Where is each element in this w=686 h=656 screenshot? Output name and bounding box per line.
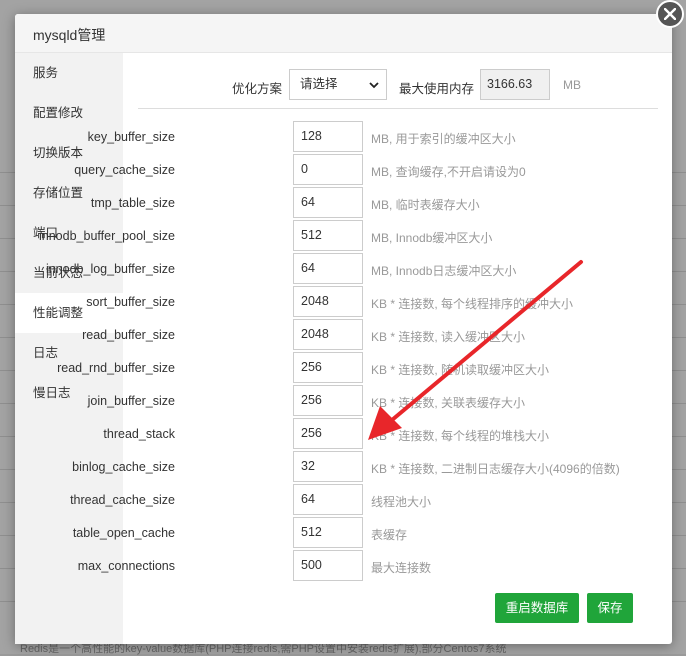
param-row-tmp-table-size: tmp_table_size 64 MB, 临时表缓存大小 [91,187,672,220]
param-input[interactable]: 256 [293,418,363,449]
param-name: thread_cache_size [70,493,175,507]
param-desc: MB, Innodb日志缓冲区大小 [371,264,517,278]
param-desc: KB * 连接数, 随机读取缓冲区大小 [371,363,550,377]
close-button[interactable] [656,0,684,28]
param-row-binlog-cache-size: binlog_cache_size 32 KB * 连接数, 二进制日志缓存大小… [72,451,672,484]
param-input[interactable]: 32 [293,451,363,482]
optimization-label: 优化方案 [232,82,283,96]
optimization-selected-value: 请选择 [300,77,338,91]
mysqld-dialog: mysqld管理 服务 配置修改 切换版本 存储位置 端口 当前状态 性能调整 … [15,14,672,644]
divider [138,108,658,109]
restart-database-button[interactable]: 重启数据库 [495,593,579,623]
param-desc: MB, Innodb缓冲区大小 [371,231,493,245]
optimization-row: 优化方案 请选择 最大使用内存 3166.63 MB [123,68,672,100]
max-memory-label: 最大使用内存 [399,82,475,96]
sidebar-item-label: 慢日志 [33,386,71,400]
param-input[interactable]: 128 [293,121,363,152]
param-row-innodb-buffer-pool-size: innodb_buffer_pool_size 512 MB, Innodb缓冲… [39,220,672,253]
param-input[interactable]: 2048 [293,319,363,350]
param-input[interactable]: 64 [293,484,363,515]
param-input[interactable]: 64 [293,187,363,218]
param-name: tmp_table_size [90,196,175,210]
param-input[interactable]: 0 [293,154,363,185]
param-desc: KB * 连接数, 每个线程的堆栈大小 [371,429,550,443]
param-desc: 最大连接数 [371,561,432,575]
param-name: join_buffer_size [87,394,175,408]
param-row-read-buffer-size: read_buffer_size 2048 KB * 连接数, 读入缓冲区大小 [82,319,672,352]
sidebar-item-label: 配置修改 [33,106,84,120]
param-input[interactable]: 512 [293,220,363,251]
close-icon [664,8,676,20]
param-desc: 线程池大小 [371,495,432,509]
save-button[interactable]: 保存 [587,593,633,623]
param-row-innodb-log-buffer-size: innodb_log_buffer_size 64 MB, Innodb日志缓冲… [46,253,672,286]
sidebar-item-label: 存储位置 [33,186,84,200]
param-desc: KB * 连接数, 关联表缓存大小 [371,396,526,410]
param-name: binlog_cache_size [72,460,175,474]
param-name: read_buffer_size [82,328,175,342]
param-name: max_connections [77,559,175,573]
param-row-query-cache-size: query_cache_size 0 MB, 查询缓存,不开启请设为0 [74,154,672,187]
param-name: read_rnd_buffer_size [57,361,175,375]
param-input[interactable]: 256 [293,352,363,383]
sidebar-item-label: 性能调整 [33,306,84,320]
param-name: query_cache_size [74,163,175,177]
param-input[interactable]: 256 [293,385,363,416]
param-name: innodb_log_buffer_size [45,262,175,276]
sidebar-item-label: 日志 [33,346,59,360]
chevron-down-icon [369,82,379,89]
param-row-max-connections: max_connections 500 最大连接数 [78,550,672,583]
param-name: sort_buffer_size [86,295,175,309]
param-row-thread-stack: thread_stack 256 KB * 连接数, 每个线程的堆栈大小 [103,418,672,451]
param-row-thread-cache-size: thread_cache_size 64 线程池大小 [70,484,672,517]
max-memory-unit: MB [563,78,581,92]
max-memory-input[interactable]: 3166.63 [480,69,550,100]
param-input[interactable]: 64 [293,253,363,284]
param-row-table-open-cache: table_open_cache 512 表缓存 [73,517,672,550]
dialog-title: mysqld管理 [33,27,106,43]
param-row-sort-buffer-size: sort_buffer_size 2048 KB * 连接数, 每个线程排序的缓… [86,286,672,319]
param-input[interactable]: 512 [293,517,363,548]
param-name: thread_stack [103,427,175,441]
param-input[interactable]: 2048 [293,286,363,317]
dialog-header: mysqld管理 [15,14,672,53]
param-name: innodb_buffer_pool_size [39,229,175,243]
param-name: key_buffer_size [87,130,175,144]
param-desc: KB * 连接数, 每个线程排序的缓冲大小 [371,297,574,311]
param-row-read-rnd-buffer-size: read_rnd_buffer_size 256 KB * 连接数, 随机读取缓… [57,352,672,385]
performance-panel: 优化方案 请选择 最大使用内存 3166.63 MB key_buffer_si… [39,53,672,644]
param-desc: MB, 用于索引的缓冲区大小 [371,132,516,146]
param-row-join-buffer-size: join_buffer_size 256 KB * 连接数, 关联表缓存大小 [88,385,672,418]
sidebar-item-service[interactable]: 服务 [15,53,123,93]
param-desc: KB * 连接数, 读入缓冲区大小 [371,330,526,344]
param-desc: MB, 临时表缓存大小 [371,198,480,212]
sidebar-item-label: 切换版本 [33,146,84,160]
param-row-key-buffer-size: key_buffer_size 128 MB, 用于索引的缓冲区大小 [88,121,672,154]
param-desc: MB, 查询缓存,不开启请设为0 [371,165,526,179]
param-desc: KB * 连接数, 二进制日志缓存大小(4096的倍数) [371,462,620,476]
param-input[interactable]: 500 [293,550,363,581]
optimization-select[interactable]: 请选择 [289,69,387,100]
param-desc: 表缓存 [371,528,408,542]
param-name: table_open_cache [72,526,175,540]
sidebar-item-label: 服务 [33,66,59,80]
sidebar-item-config[interactable]: 配置修改 [15,93,123,133]
